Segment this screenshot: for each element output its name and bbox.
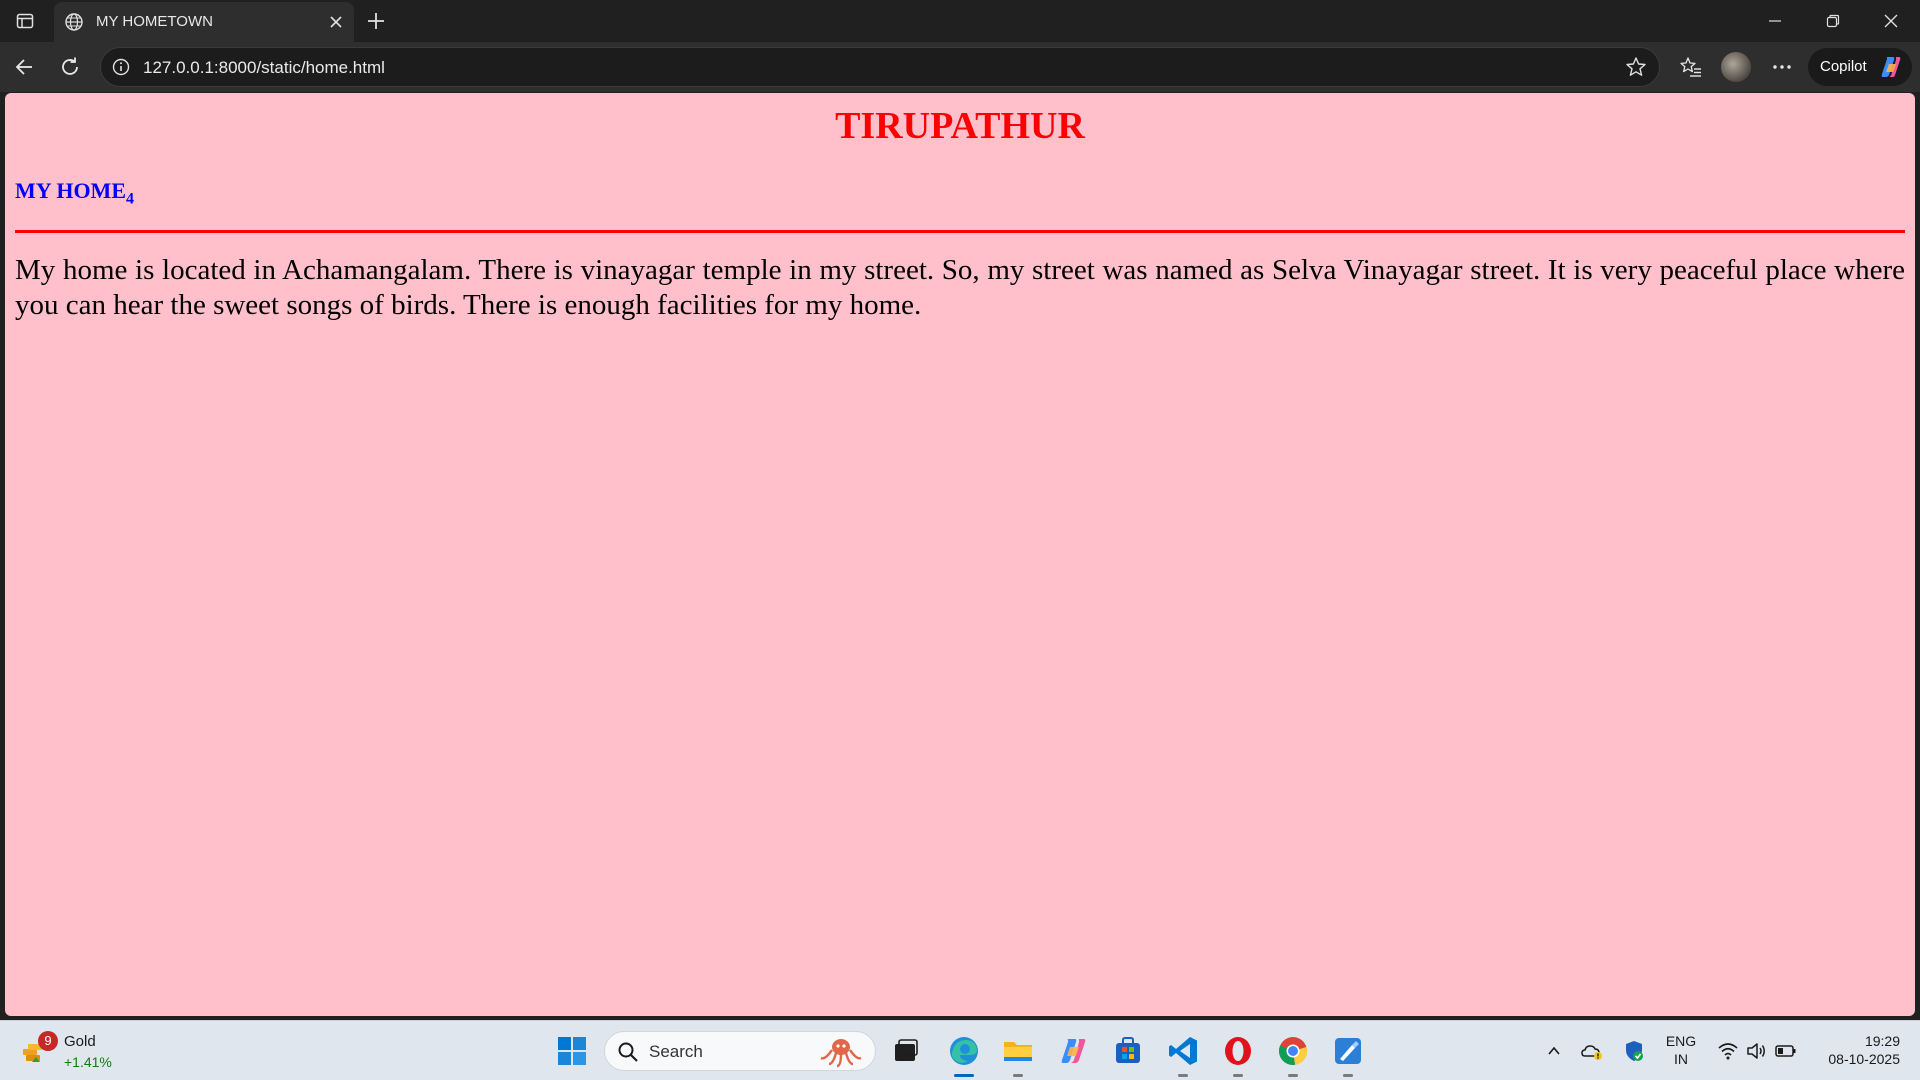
search-placeholder: Search xyxy=(649,1042,703,1061)
copilot-button[interactable]: Copilot xyxy=(1808,48,1912,86)
copilot-label: Copilot xyxy=(1820,58,1867,75)
windows-security-icon[interactable] xyxy=(1622,1039,1646,1063)
close-tab-icon[interactable] xyxy=(326,12,346,32)
running-indicator xyxy=(1013,1074,1023,1077)
browser-tab[interactable]: MY HOMETOWN xyxy=(54,2,354,42)
file-explorer-app-icon[interactable] xyxy=(998,1031,1038,1077)
more-options-icon[interactable] xyxy=(1766,51,1798,83)
widget-value: +1.41% xyxy=(64,1054,112,1070)
browser-toolbar: 127.0.0.1:8000/static/home.html Copilot xyxy=(0,42,1920,92)
running-indicator xyxy=(1288,1074,1298,1077)
clock-date: 08-10-2025 xyxy=(1828,1051,1900,1067)
subheading-text: MY HOME xyxy=(15,178,126,203)
active-indicator xyxy=(954,1074,974,1077)
refresh-button[interactable] xyxy=(54,51,86,83)
paint-app-icon[interactable] xyxy=(1328,1031,1368,1077)
volume-icon[interactable] xyxy=(1744,1039,1768,1063)
subheading-subscript: 4 xyxy=(126,190,134,208)
notification-badge: 9 xyxy=(38,1031,58,1051)
wifi-icon[interactable] xyxy=(1716,1039,1740,1063)
globe-icon xyxy=(64,12,84,32)
start-button[interactable] xyxy=(552,1031,592,1071)
page-heading: TIRUPATHUR xyxy=(835,105,1085,147)
search-highlight-icon xyxy=(817,1036,865,1068)
vs-code-app-icon[interactable] xyxy=(1163,1031,1203,1077)
clock-time: 19:29 xyxy=(1864,1033,1900,1049)
search-icon xyxy=(617,1041,639,1063)
language-indicator[interactable]: ENG IN xyxy=(1658,1032,1704,1068)
address-bar[interactable]: 127.0.0.1:8000/static/home.html xyxy=(100,47,1660,87)
task-view-button[interactable] xyxy=(886,1031,926,1071)
running-indicator xyxy=(1343,1074,1353,1077)
browser-title-bar: MY HOMETOWN xyxy=(0,0,1920,42)
running-indicator xyxy=(1178,1074,1188,1077)
favorite-star-icon[interactable] xyxy=(1625,56,1647,78)
minimize-button[interactable] xyxy=(1746,0,1804,42)
tab-title: MY HOMETOWN xyxy=(96,13,213,30)
restore-button[interactable] xyxy=(1804,0,1862,42)
edge-app-icon[interactable] xyxy=(944,1031,984,1077)
copilot-icon xyxy=(1878,54,1904,80)
running-indicator xyxy=(1233,1074,1243,1077)
new-tab-button[interactable] xyxy=(362,8,390,34)
url-text[interactable]: 127.0.0.1:8000/static/home.html xyxy=(143,58,385,78)
weather-widget[interactable]: 9 Gold +1.41% xyxy=(20,1029,140,1073)
favorites-icon[interactable] xyxy=(1675,51,1707,83)
page-viewport: TIRUPATHUR MY HOME4 My home is located i… xyxy=(5,93,1915,1016)
onedrive-icon[interactable] xyxy=(1580,1039,1604,1063)
back-button[interactable] xyxy=(8,51,40,83)
microsoft-store-app-icon[interactable] xyxy=(1108,1031,1148,1071)
page-paragraph: My home is located in Achamangalam. Ther… xyxy=(15,254,1905,321)
system-clock[interactable]: 19:29 08-10-2025 xyxy=(1800,1032,1900,1068)
horizontal-rule xyxy=(15,230,1905,233)
battery-icon[interactable] xyxy=(1774,1039,1798,1063)
profile-avatar[interactable] xyxy=(1721,52,1751,82)
widget-title: Gold xyxy=(64,1033,96,1050)
region-code: IN xyxy=(1674,1051,1688,1067)
site-info-icon[interactable] xyxy=(111,57,131,77)
copilot-app-icon[interactable] xyxy=(1054,1031,1094,1071)
language-code: ENG xyxy=(1665,1033,1697,1049)
taskbar-search[interactable]: Search xyxy=(604,1031,876,1071)
chrome-app-icon[interactable] xyxy=(1273,1031,1313,1077)
page-subheading: MY HOME4 xyxy=(15,177,134,213)
tab-actions-icon[interactable] xyxy=(10,8,40,34)
close-window-button[interactable] xyxy=(1862,0,1920,42)
windows-taskbar: 9 Gold +1.41% Search ENG IN 19:29 08-10-… xyxy=(0,1020,1920,1080)
opera-app-icon[interactable] xyxy=(1218,1031,1258,1077)
show-hidden-icons-chevron-icon[interactable] xyxy=(1542,1039,1566,1063)
